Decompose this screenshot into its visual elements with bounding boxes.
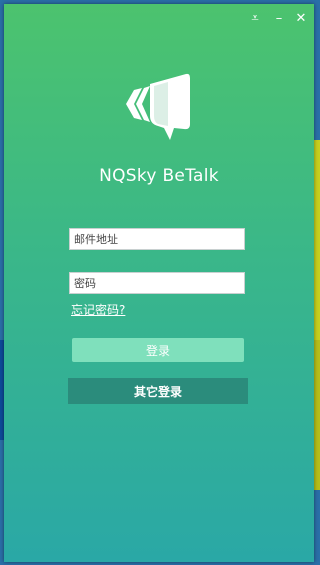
forgot-password-link[interactable]: 忘记密码? <box>71 301 125 318</box>
desktop-background-right-lower <box>314 340 320 490</box>
email-input[interactable] <box>69 228 245 250</box>
login-window: ⩡ – ✕ NQSky BeTalk 忘记密码? 登录 其它登录 <box>4 4 314 562</box>
minimize-icon[interactable]: – <box>270 10 288 28</box>
other-login-button[interactable]: 其它登录 <box>68 378 248 404</box>
dropdown-menu-icon[interactable]: ⩡ <box>246 10 264 28</box>
login-button[interactable]: 登录 <box>72 338 244 362</box>
chat-bubble-logo-icon <box>126 73 190 140</box>
desktop-background-right <box>314 140 320 340</box>
password-input[interactable] <box>69 272 245 294</box>
app-title: NQSky BeTalk <box>99 166 219 186</box>
close-icon[interactable]: ✕ <box>292 10 310 28</box>
